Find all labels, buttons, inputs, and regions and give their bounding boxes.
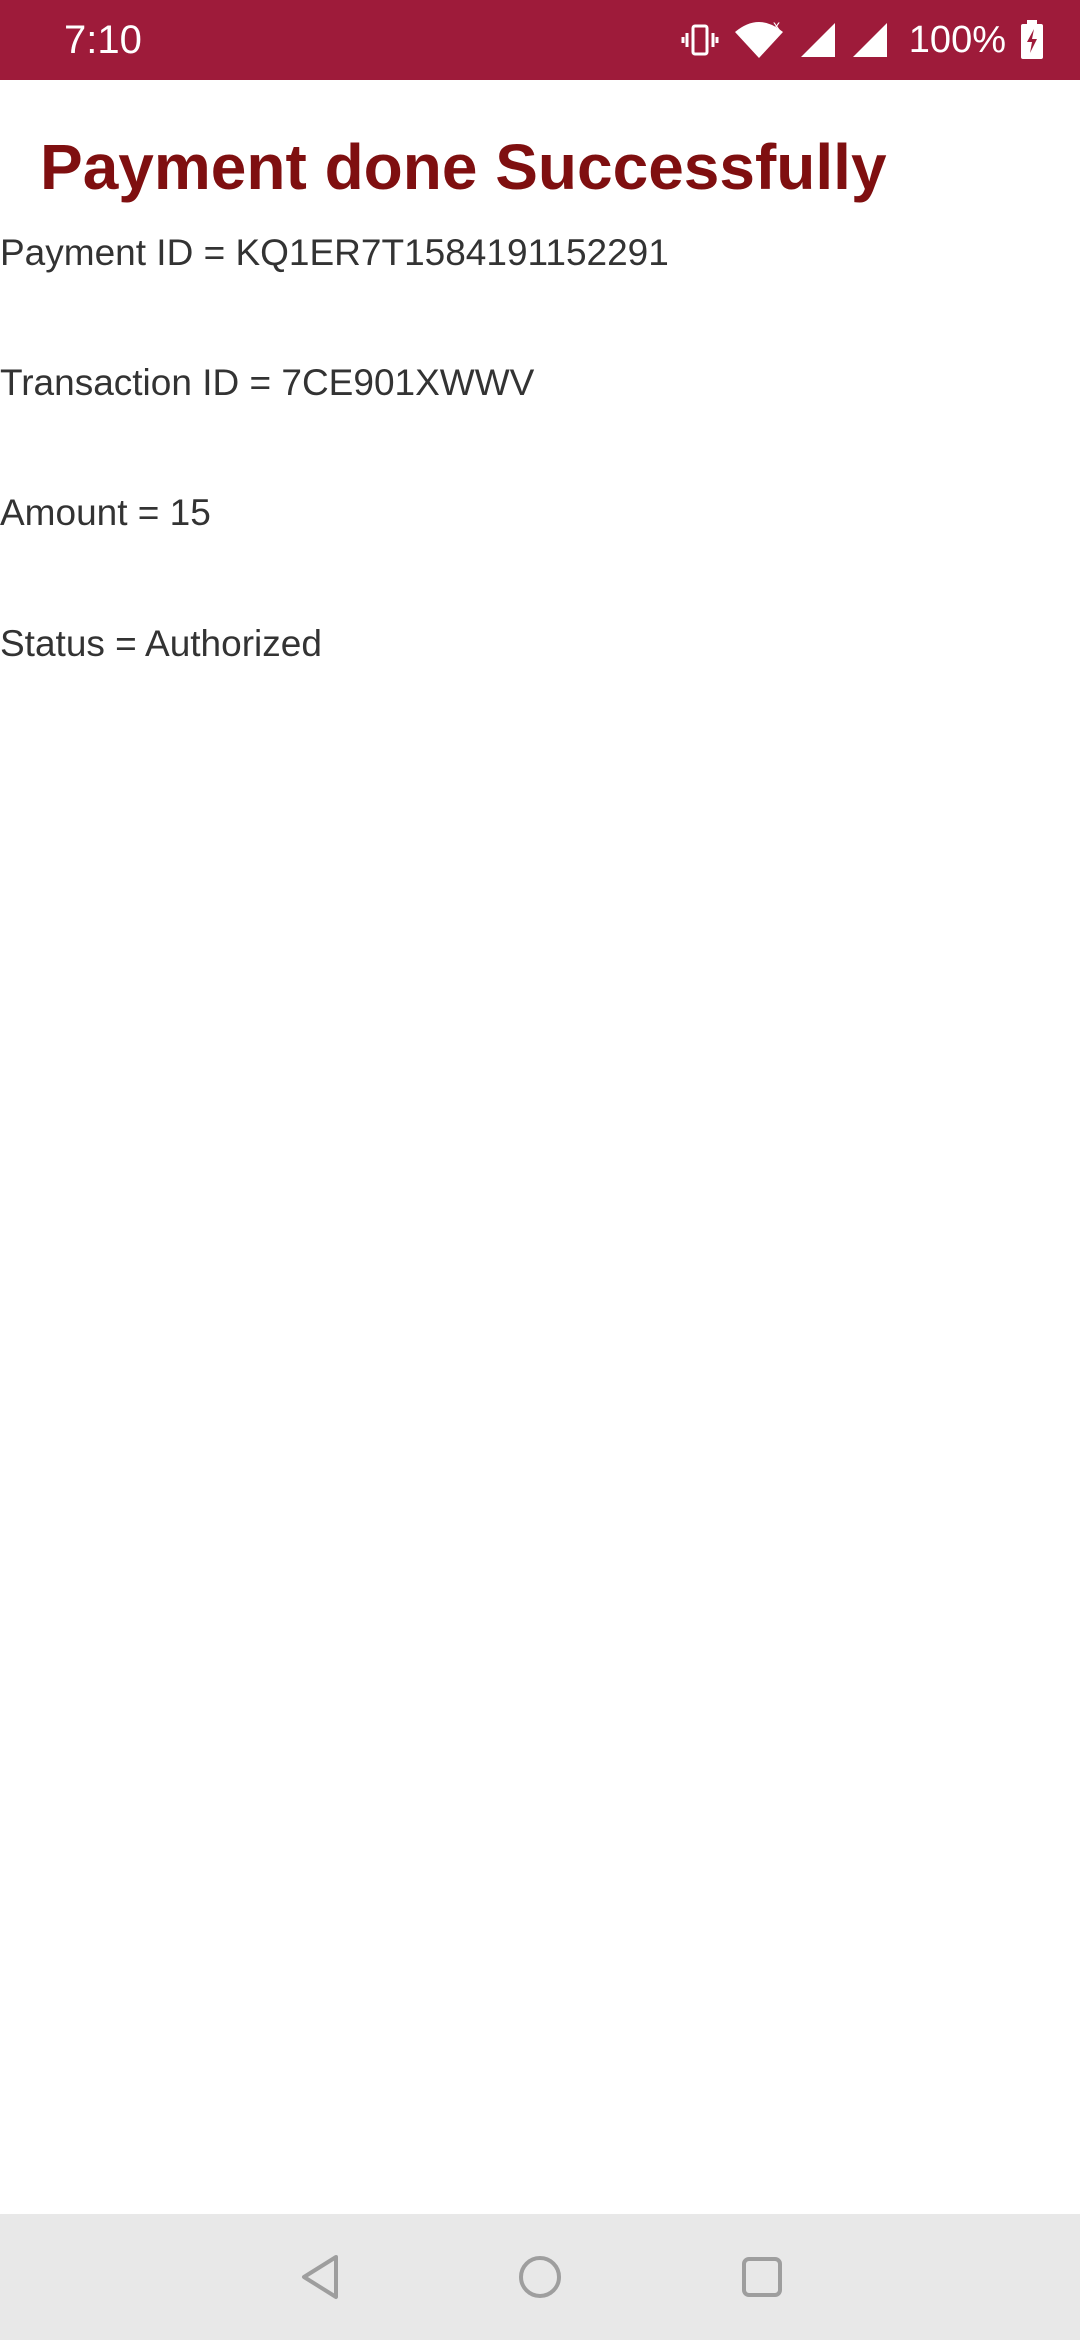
recents-icon — [742, 2257, 782, 2297]
status-icons: x 100% — [681, 14, 1044, 66]
svg-text:x: x — [773, 20, 780, 33]
status-time: 7:10 — [64, 18, 142, 62]
back-button[interactable] — [290, 2247, 350, 2307]
navigation-bar — [0, 2214, 1080, 2340]
screen: 7:10 x 100% Payment done Successfully Pa… — [0, 0, 1080, 2340]
transaction-id-text: Transaction ID = 7CE901XWWV — [0, 362, 535, 403]
amount-text: Amount = 15 — [0, 492, 211, 533]
home-icon — [519, 2256, 561, 2298]
status-bar: 7:10 x 100% — [0, 0, 1080, 80]
payment-id-text: Payment ID = KQ1ER7T1584191152291 — [0, 232, 669, 273]
battery-percent: 100% — [908, 19, 1006, 61]
vibrate-icon — [681, 21, 719, 59]
recents-button[interactable] — [732, 2247, 792, 2307]
back-icon — [302, 2255, 338, 2299]
signal-icon — [799, 21, 837, 59]
signal-icon — [851, 21, 889, 59]
battery-charging-icon — [1020, 20, 1044, 60]
wifi-icon: x — [733, 20, 785, 60]
status-text: Status = Authorized — [0, 623, 322, 664]
page-title: Payment done Successfully — [40, 131, 887, 203]
home-button[interactable] — [510, 2247, 570, 2307]
